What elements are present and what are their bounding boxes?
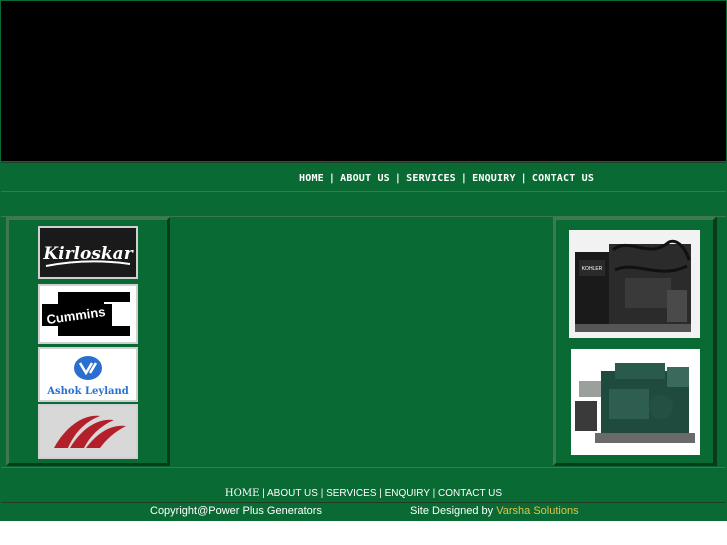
footer-enquiry-link[interactable]: ENQUIRY bbox=[385, 488, 430, 499]
footer-contact-link[interactable]: CONTACT US bbox=[438, 488, 502, 499]
footer-nav: HOME | ABOUT US | SERVICES | ENQUIRY | C… bbox=[1, 486, 726, 503]
generator-photo: KOHLER bbox=[569, 230, 700, 338]
nav-separator: | bbox=[328, 173, 336, 184]
top-nav: HOME | ABOUT US | SERVICES | ENQUIRY | CONTACT U… bbox=[299, 173, 594, 184]
nav-home-link[interactable]: HOME bbox=[299, 173, 324, 184]
mahindra-logo[interactable] bbox=[38, 404, 138, 459]
brand-logos-panel: Kirloskar Cummins Ashok Leyland bbox=[6, 217, 170, 466]
designer-link[interactable]: Varsha Solutions bbox=[496, 505, 578, 517]
spacer-band bbox=[1, 192, 726, 217]
svg-text:KOHLER: KOHLER bbox=[582, 266, 603, 272]
page: HOME | ABOUT US | SERVICES | ENQUIRY | CONTACT U… bbox=[0, 0, 727, 521]
copyright-bar: Copyright@Power Plus Generators Site Des… bbox=[1, 503, 726, 520]
footer-services-link[interactable]: SERVICES bbox=[326, 488, 376, 499]
kirloskar-logo[interactable]: Kirloskar bbox=[38, 226, 138, 279]
generator-photos-panel: KOHLER bbox=[553, 217, 716, 466]
nav-services-link[interactable]: SERVICES bbox=[406, 173, 456, 184]
nav-separator: | bbox=[460, 173, 468, 184]
designer-credit: Site Designed by Varsha Solutions bbox=[410, 503, 579, 520]
cummins-logo[interactable]: Cummins bbox=[38, 284, 138, 344]
nav-enquiry-link[interactable]: ENQUIRY bbox=[472, 173, 516, 184]
lower-band bbox=[1, 467, 726, 487]
header-banner bbox=[1, 1, 726, 161]
generator-set-photo bbox=[571, 349, 700, 455]
svg-text:Ashok Leyland: Ashok Leyland bbox=[46, 386, 128, 397]
footer-home-link[interactable]: HOME bbox=[225, 488, 259, 499]
nav-about-link[interactable]: ABOUT US bbox=[340, 173, 390, 184]
main-content-area bbox=[172, 217, 552, 466]
right-edge-strip bbox=[716, 217, 726, 466]
footer-about-link[interactable]: ABOUT US bbox=[267, 488, 318, 499]
nav-separator: | bbox=[394, 173, 402, 184]
ashok-leyland-logo[interactable]: Ashok Leyland bbox=[38, 347, 138, 402]
copyright-text: Copyright@Power Plus Generators bbox=[150, 505, 322, 517]
top-nav-bar: HOME | ABOUT US | SERVICES | ENQUIRY | CONTACT U… bbox=[1, 162, 726, 192]
nav-separator: | bbox=[520, 173, 527, 184]
nav-contact-link[interactable]: CONTACT US bbox=[532, 173, 594, 184]
designed-by-text: Site Designed by bbox=[410, 505, 494, 517]
